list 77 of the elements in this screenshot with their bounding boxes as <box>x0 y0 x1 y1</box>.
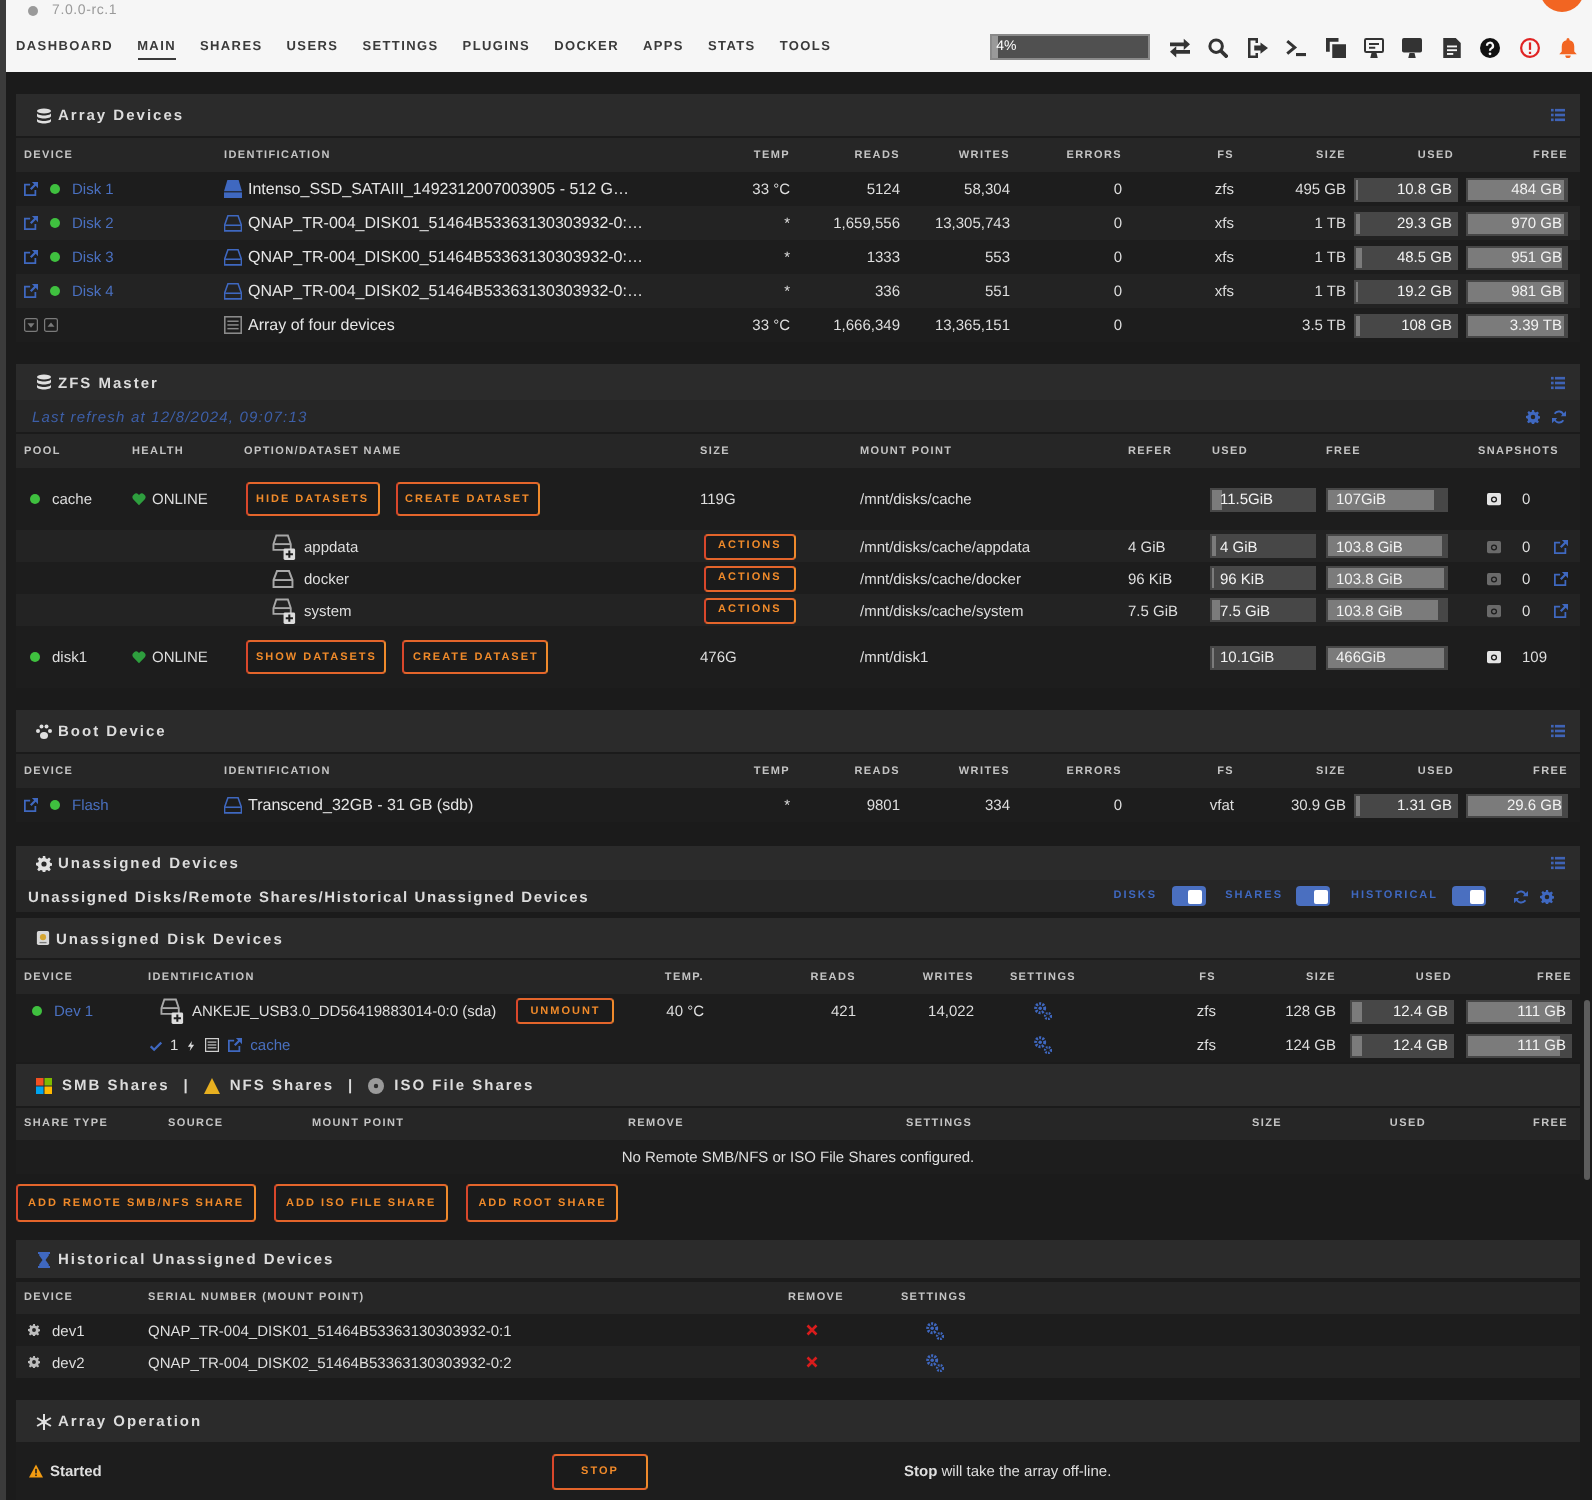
gear-icon <box>36 855 52 871</box>
identification-text: QNAP_TR-004_DISK00_51464B53363130303932-0:… <box>248 248 643 266</box>
refresh-icon[interactable] <box>1552 409 1566 423</box>
drive-icon <box>224 248 242 266</box>
status-dot-icon <box>30 652 40 662</box>
warning-icon <box>28 1464 44 1478</box>
external-link-icon[interactable] <box>1554 571 1568 585</box>
collapse-icon[interactable] <box>24 318 38 332</box>
heart-icon <box>132 650 146 664</box>
snowflake-icon <box>36 1413 52 1429</box>
external-link-icon[interactable] <box>1554 603 1568 617</box>
gears-icon[interactable] <box>925 1353 943 1371</box>
status-dot-icon <box>50 286 60 296</box>
drive-icon <box>224 796 242 814</box>
identification-text: Transcend_32GB - 31 GB (sdb) <box>248 796 474 814</box>
alert-icon[interactable] <box>1519 37 1540 57</box>
identification-text: Array of four devices <box>248 316 395 334</box>
database-icon <box>36 374 52 390</box>
logout-icon[interactable] <box>1247 37 1268 57</box>
external-link-icon[interactable] <box>24 216 38 230</box>
gear-icon[interactable] <box>1540 889 1554 903</box>
external-link-icon[interactable] <box>1554 539 1568 553</box>
camera-icon[interactable] <box>1486 650 1502 664</box>
identification-text: Intenso_SSD_SATAIII_1492312007003905 - 512 G… <box>248 180 630 198</box>
document-icon[interactable] <box>1441 37 1462 57</box>
gears-icon[interactable] <box>925 1321 943 1339</box>
hourglass-icon <box>36 1251 52 1267</box>
four-squares-icon <box>36 1077 52 1093</box>
gear-icon <box>28 1356 40 1368</box>
toggle-switch[interactable] <box>1296 886 1331 906</box>
x-mark-icon[interactable] <box>806 1356 818 1368</box>
external-link-icon[interactable] <box>24 798 38 812</box>
camera-icon[interactable] <box>1486 492 1502 506</box>
list-icon <box>224 316 242 334</box>
gear-icon <box>28 1324 40 1336</box>
status-dot-icon <box>50 184 60 194</box>
identification-text: QNAP_TR-004_DISK02_51464B53363130303932-0:… <box>248 282 643 300</box>
monitor-icon[interactable] <box>1364 37 1385 57</box>
monitor-icon[interactable] <box>1402 37 1423 57</box>
toggle-switch[interactable] <box>1171 886 1206 906</box>
arrows-icon[interactable] <box>1170 37 1191 57</box>
refresh-icon[interactable] <box>1514 889 1528 903</box>
drive-icon <box>224 214 242 232</box>
triangle-icon <box>203 1077 220 1093</box>
database-icon <box>36 107 52 123</box>
status-dot-icon <box>50 218 60 228</box>
check-icon <box>150 1039 162 1051</box>
external-link-icon[interactable] <box>24 182 38 196</box>
status-dot-icon <box>32 1006 42 1016</box>
gears-icon[interactable] <box>1034 1036 1052 1054</box>
paw-icon <box>36 723 52 739</box>
gears-icon[interactable] <box>1034 1002 1052 1020</box>
x-mark-icon[interactable] <box>806 1324 818 1336</box>
help-icon[interactable] <box>1480 37 1501 57</box>
circle-icon <box>28 6 38 16</box>
drive-icon <box>36 930 50 946</box>
drive-icon <box>224 180 242 198</box>
scrollbar-thumb[interactable] <box>1584 1000 1590 1180</box>
status-dot-icon <box>50 252 60 262</box>
external-link-icon[interactable] <box>24 250 38 264</box>
disc-icon <box>368 1077 385 1093</box>
external-link-icon[interactable] <box>228 1038 243 1052</box>
identification-text: QNAP_TR-004_DISK01_51464B53363130303932-0:… <box>248 214 643 232</box>
bolt-icon <box>186 1037 197 1053</box>
status-dot-icon <box>50 800 60 810</box>
search-icon[interactable] <box>1208 37 1229 57</box>
bell-icon[interactable] <box>1558 37 1578 57</box>
gear-icon[interactable] <box>1526 409 1540 423</box>
drive-icon <box>224 282 242 300</box>
toggle-switch[interactable] <box>1452 886 1486 906</box>
expand-icon[interactable] <box>44 318 58 332</box>
status-dot-icon <box>30 494 40 504</box>
list-icon[interactable] <box>204 1038 221 1052</box>
copy-icon[interactable] <box>1325 37 1346 57</box>
heart-icon <box>132 492 146 506</box>
external-link-icon[interactable] <box>24 284 38 298</box>
terminal-icon[interactable] <box>1286 37 1307 57</box>
